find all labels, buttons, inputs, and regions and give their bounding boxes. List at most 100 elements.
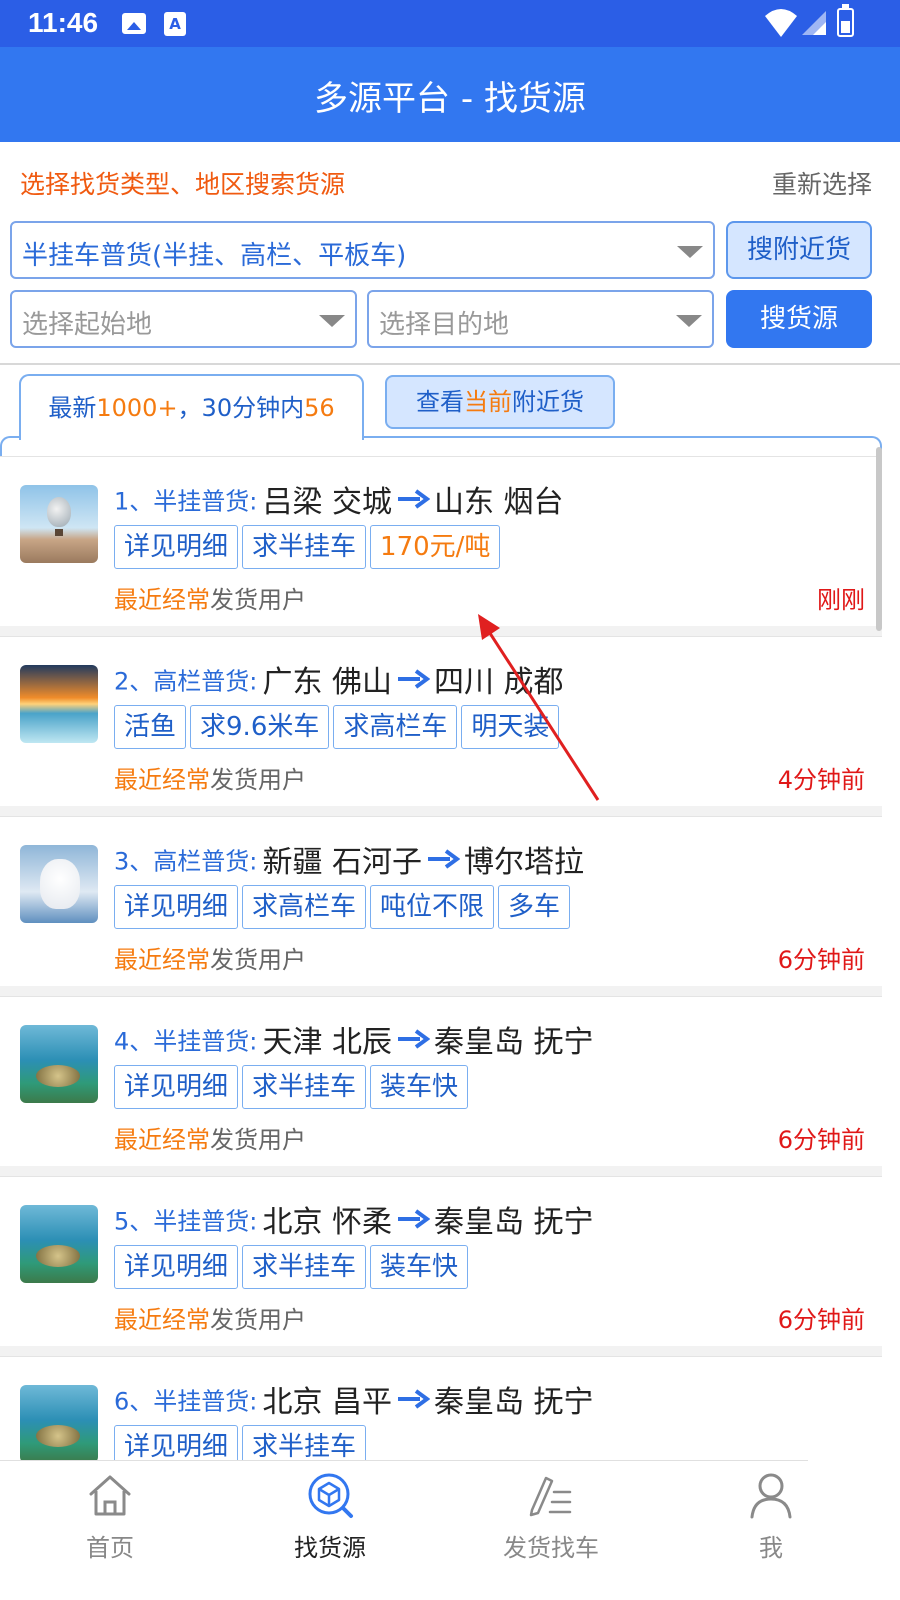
route-line: 6、半挂普货: 北京 昌平 秦皇岛 抚宁 bbox=[114, 1377, 594, 1420]
post-time: 4分钟前 bbox=[777, 766, 865, 794]
tag: 装车快 bbox=[370, 1065, 469, 1109]
nav-post-cargo[interactable]: 发货找车 bbox=[476, 1470, 626, 1580]
nav-post-cargo-label: 发货找车 bbox=[503, 1534, 599, 1562]
nav-find-cargo[interactable]: 找货源 bbox=[255, 1470, 405, 1580]
shipper-note: 最近经常发货用户 bbox=[114, 1120, 306, 1155]
tag: 求半挂车 bbox=[242, 1425, 367, 1460]
search-cargo-button[interactable]: 搜货源 bbox=[726, 290, 872, 348]
tab-nearby-suffix: 附近货 bbox=[512, 388, 584, 416]
list-item[interactable]: 1、半挂普货: 吕梁 交城 山东 烟台 详见明细 求半挂车 170元/吨 最近经常发货… bbox=[0, 456, 882, 636]
right-arrow-icon bbox=[398, 1209, 431, 1229]
list-item[interactable]: 4、半挂普货: 天津 北辰 秦皇岛 抚宁 详见明细 求半挂车 装车快 最近经常发货用户… bbox=[0, 996, 882, 1176]
route-line: 5、半挂普货: 北京 怀柔 秦皇岛 抚宁 bbox=[114, 1197, 594, 1240]
tag: 求半挂车 bbox=[242, 1245, 367, 1289]
tag-list: 详见明细 求半挂车 bbox=[114, 1425, 370, 1460]
status-bar: 11:46 A bbox=[0, 0, 900, 47]
right-arrow-icon bbox=[398, 1389, 431, 1409]
filter-hint: 选择找货类型、地区搜索货源 bbox=[20, 170, 346, 199]
tag-list: 详见明细 求半挂车 装车快 bbox=[114, 1245, 472, 1289]
shipper-note-text: 发货用户 bbox=[210, 946, 306, 974]
search-nearby-button[interactable]: 搜附近货 bbox=[726, 221, 872, 279]
dropdown-arrow-icon bbox=[677, 246, 703, 258]
annotation-arrow-icon bbox=[478, 614, 600, 801]
route-line: 4、半挂普货: 天津 北辰 秦皇岛 抚宁 bbox=[114, 1017, 594, 1060]
listing-thumbnail bbox=[20, 1205, 98, 1283]
origin-place: 吕梁 交城 bbox=[262, 485, 393, 520]
shipper-note-text: 发货用户 bbox=[210, 586, 306, 614]
tab-latest[interactable]: 最新1000+，30分钟内56 bbox=[19, 374, 364, 440]
tab-nearby-prefix: 查看 bbox=[416, 388, 464, 416]
tag: 求9.6米车 bbox=[190, 705, 330, 749]
row-separator bbox=[0, 626, 882, 636]
reset-button[interactable]: 重新选择 bbox=[772, 165, 872, 201]
right-arrow-icon bbox=[398, 1029, 431, 1049]
origin-place: 北京 怀柔 bbox=[262, 1205, 393, 1240]
row-separator bbox=[0, 1166, 882, 1176]
tab-latest-count: 1000+ bbox=[96, 394, 178, 422]
route-line: 1、半挂普货: 吕梁 交城 山东 烟台 bbox=[114, 477, 564, 520]
tag: 装车快 bbox=[370, 1245, 469, 1289]
shipper-note: 最近经常发货用户 bbox=[114, 760, 306, 795]
origin-place: 广东 佛山 bbox=[262, 665, 393, 700]
shipper-note-highlight: 最近经常 bbox=[114, 946, 210, 974]
listing-thumbnail bbox=[20, 1025, 98, 1103]
tag: 求半挂车 bbox=[242, 1065, 367, 1109]
row-separator bbox=[0, 986, 882, 996]
listing-category: 高栏普货: bbox=[153, 667, 258, 696]
tab-latest-middle: ，30分钟内 bbox=[177, 394, 305, 422]
cargo-type-select[interactable]: 半挂车普货(半挂、高栏、平板车) bbox=[10, 221, 715, 279]
list-scrollbar[interactable] bbox=[876, 447, 882, 631]
shipper-note-highlight: 最近经常 bbox=[114, 1126, 210, 1154]
status-time: 11:46 bbox=[28, 7, 99, 38]
destination-select[interactable]: 选择目的地 bbox=[367, 290, 714, 348]
tag: 详见明细 bbox=[114, 885, 239, 929]
origin-select[interactable]: 选择起始地 bbox=[10, 290, 357, 348]
divider bbox=[0, 363, 900, 365]
cargo-type-value: 半挂车普货(半挂、高栏、平板车) bbox=[22, 241, 407, 271]
destination-place: 秦皇岛 抚宁 bbox=[434, 1205, 594, 1240]
find-cargo-icon bbox=[308, 1473, 353, 1518]
listing-index: 5、 bbox=[114, 1207, 154, 1236]
tag: 求高栏车 bbox=[333, 705, 458, 749]
right-arrow-icon bbox=[428, 849, 461, 869]
listing-category: 半挂普货: bbox=[153, 1027, 258, 1056]
list-item[interactable]: 2、高栏普货: 广东 佛山 四川 成都 活鱼 求9.6米车 求高栏车 明天装 最近经常发… bbox=[0, 636, 882, 816]
shipper-note-text: 发货用户 bbox=[210, 1306, 306, 1334]
wifi-icon bbox=[765, 9, 797, 37]
post-time: 6分钟前 bbox=[777, 946, 865, 974]
tag: 吨位不限 bbox=[370, 885, 495, 929]
cargo-list[interactable]: 1、半挂普货: 吕梁 交城 山东 烟台 详见明细 求半挂车 170元/吨 最近经常发货… bbox=[0, 456, 882, 1460]
tag: 详见明细 bbox=[114, 525, 239, 569]
bottom-nav: 首页 找货源 发货找车 我 bbox=[0, 1460, 900, 1600]
origin-place: 新疆 石河子 bbox=[262, 845, 423, 880]
listing-index: 4、 bbox=[114, 1027, 154, 1056]
tab-latest-recent: 56 bbox=[304, 394, 335, 422]
tag-list: 详见明细 求半挂车 170元/吨 bbox=[114, 525, 504, 569]
list-item[interactable]: 3、高栏普货: 新疆 石河子 博尔塔拉 详见明细 求高栏车 吨位不限 多车 最近经常发货… bbox=[0, 816, 882, 996]
tag: 多车 bbox=[498, 885, 571, 929]
tag: 详见明细 bbox=[114, 1425, 239, 1460]
route-line: 3、高栏普货: 新疆 石河子 博尔塔拉 bbox=[114, 837, 584, 880]
listing-thumbnail bbox=[20, 845, 98, 923]
nav-home-label: 首页 bbox=[86, 1534, 134, 1562]
post-time: 6分钟前 bbox=[777, 1306, 865, 1334]
destination-place: 秦皇岛 抚宁 bbox=[434, 1025, 594, 1060]
origin-placeholder: 选择起始地 bbox=[22, 310, 153, 340]
nav-find-cargo-label: 找货源 bbox=[294, 1534, 366, 1562]
nav-me[interactable]: 我 bbox=[696, 1470, 846, 1580]
nav-divider bbox=[0, 1460, 808, 1461]
signal-icon bbox=[802, 11, 826, 35]
listing-index: 6、 bbox=[114, 1387, 154, 1416]
listing-thumbnail bbox=[20, 485, 98, 563]
listing-index: 1、 bbox=[114, 487, 154, 516]
tab-nearby[interactable]: 查看当前附近货 bbox=[385, 375, 615, 429]
row-separator bbox=[0, 1346, 882, 1356]
tag: 求高栏车 bbox=[242, 885, 367, 929]
list-item[interactable]: 6、半挂普货: 北京 昌平 秦皇岛 抚宁 详见明细 求半挂车 bbox=[0, 1356, 882, 1460]
page-title: 多源平台 - 找货源 bbox=[314, 79, 586, 119]
nav-home[interactable]: 首页 bbox=[35, 1470, 185, 1580]
battery-icon bbox=[837, 4, 854, 37]
tag-list: 详见明细 求高栏车 吨位不限 多车 bbox=[114, 885, 574, 929]
list-item[interactable]: 5、半挂普货: 北京 怀柔 秦皇岛 抚宁 详见明细 求半挂车 装车快 最近经常发货用户… bbox=[0, 1176, 882, 1356]
listing-thumbnail bbox=[20, 665, 98, 743]
